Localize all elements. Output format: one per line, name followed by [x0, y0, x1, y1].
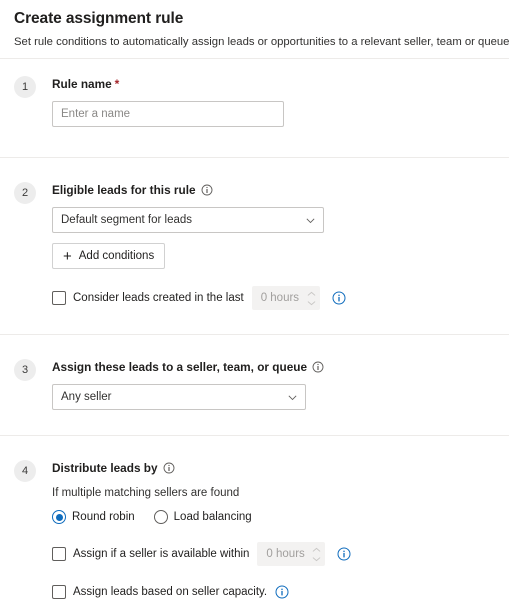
page-subtitle-text: Set rule conditions to automatically ass…	[14, 36, 509, 48]
page-subtitle: Set rule conditions to automatically ass…	[14, 34, 509, 50]
load-balancing-radio[interactable]	[153, 510, 168, 524]
eligible-leads-label: Eligible leads for this rule	[52, 183, 196, 197]
assign-to-heading: Assign these leads to a seller, team, or…	[52, 359, 495, 375]
stepper-up-icon[interactable]	[307, 289, 316, 298]
distribution-radio-group: Round robin Load balancing	[52, 510, 495, 524]
add-conditions-label: Add conditions	[78, 250, 155, 262]
page-header: Create assignment rule Set rule conditio…	[0, 0, 509, 50]
round-robin-label: Round robin	[72, 511, 135, 523]
stepper-arrows	[304, 287, 319, 309]
section-eligible-leads: 2 Eligible leads for this rule Default s…	[0, 182, 509, 310]
step-badge-2: 2	[14, 182, 36, 204]
required-asterisk: *	[114, 77, 120, 91]
consider-leads-info-icon[interactable]	[332, 291, 346, 305]
add-conditions-button[interactable]: + Add conditions	[52, 243, 166, 269]
section-rule-name: 1 Rule name *	[0, 76, 509, 127]
round-robin-radio[interactable]	[52, 510, 66, 524]
radio-option-round-robin[interactable]: Round robin	[52, 510, 135, 524]
stepper-down-icon[interactable]	[307, 298, 316, 307]
plus-icon: +	[63, 247, 72, 265]
load-balancing-label: Load balancing	[173, 511, 252, 523]
distribute-helper-text: If multiple matching sellers are found	[52, 487, 240, 499]
seller-capacity-label: Assign leads based on seller capacity.	[73, 586, 268, 598]
info-icon[interactable]	[201, 184, 213, 196]
step-badge-3: 3	[14, 359, 36, 381]
available-within-label: Assign if a seller is available within	[73, 548, 250, 560]
section-distribute-leads: 4 Distribute leads by If multiple matchi…	[0, 460, 509, 599]
rule-name-input[interactable]	[52, 101, 284, 127]
available-within-info-icon[interactable]	[337, 547, 351, 561]
info-icon[interactable]	[163, 462, 175, 474]
divider-after-section-3	[0, 435, 509, 436]
seller-capacity-checkbox[interactable]	[52, 585, 66, 599]
chevron-down-icon	[305, 215, 316, 226]
available-within-row: Assign if a seller is available within 0…	[52, 542, 495, 566]
assign-to-label: Assign these leads to a seller, team, or…	[52, 360, 308, 374]
step-badge-1: 1	[14, 76, 36, 98]
eligible-leads-heading: Eligible leads for this rule	[52, 182, 495, 198]
segment-dropdown-value: Default segment for leads	[61, 214, 193, 226]
info-icon[interactable]	[312, 361, 324, 373]
consider-leads-label: Consider leads created in the last	[73, 292, 244, 304]
consider-leads-hours-value: 0 hours	[260, 292, 300, 304]
stepper-up-icon[interactable]	[312, 545, 321, 554]
available-within-checkbox[interactable]	[52, 547, 66, 561]
assign-to-dropdown[interactable]: Any seller	[52, 384, 306, 410]
stepper-arrows	[309, 543, 324, 565]
rule-name-heading: Rule name *	[52, 76, 495, 92]
distribute-leads-heading: Distribute leads by	[52, 460, 495, 476]
consider-leads-row: Consider leads created in the last 0 hou…	[52, 286, 495, 310]
chevron-down-icon	[287, 392, 298, 403]
section-assign-to: 3 Assign these leads to a seller, team, …	[0, 359, 509, 410]
consider-leads-hours-stepper[interactable]: 0 hours	[251, 286, 320, 310]
divider-after-section-2	[0, 334, 509, 335]
header-divider	[0, 58, 509, 59]
stepper-down-icon[interactable]	[312, 554, 321, 563]
radio-option-load-balancing[interactable]: Load balancing	[153, 510, 252, 524]
consider-leads-checkbox[interactable]	[52, 291, 66, 305]
seller-capacity-info-icon[interactable]	[275, 585, 289, 599]
segment-dropdown[interactable]: Default segment for leads	[52, 207, 324, 233]
assign-to-dropdown-value: Any seller	[61, 391, 112, 403]
available-within-hours-value: 0 hours	[266, 548, 305, 560]
divider-after-section-1	[0, 157, 509, 158]
page-title: Create assignment rule	[14, 10, 184, 27]
distribute-leads-label: Distribute leads by	[52, 461, 158, 475]
create-assignment-rule-page: Create assignment rule Set rule conditio…	[0, 0, 509, 600]
available-within-hours-stepper[interactable]: 0 hours	[257, 542, 326, 566]
step-badge-4: 4	[14, 460, 36, 482]
rule-name-label: Rule name	[52, 77, 112, 91]
seller-capacity-row: Assign leads based on seller capacity.	[52, 585, 495, 599]
